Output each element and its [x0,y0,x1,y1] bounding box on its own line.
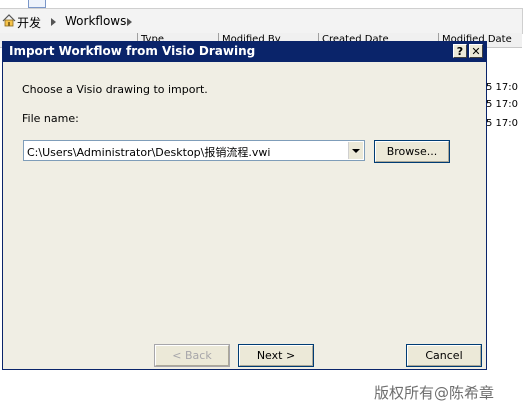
dialog-body: Choose a Visio drawing to import. File n… [3,62,486,369]
list-cell-date: 5 17:0 [486,99,518,110]
house-icon[interactable] [2,14,16,27]
background-tab[interactable] [28,0,46,8]
background-tab-strip [0,0,524,8]
file-name-label: File name: [22,112,79,125]
browse-button[interactable]: Browse... [374,140,450,163]
combo-dropdown-button[interactable] [348,142,363,159]
dialog-titlebar[interactable]: Import Workflow from Visio Drawing ? ✕ [3,42,486,62]
close-button[interactable]: ✕ [469,44,483,58]
list-cell-date: 5 17:0 [486,82,518,93]
back-button[interactable]: < Back [154,344,230,367]
copyright-watermark: 版权所有@陈希章 [374,384,495,402]
background-list-right: 5 17:0 5 17:0 5 17:0 [486,62,524,362]
breadcrumb-item-workflows[interactable]: Workflows [65,14,126,28]
file-name-combobox[interactable]: C:\Users\Administrator\Desktop\报销流程.vwi [23,140,365,161]
dialog-prompt: Choose a Visio drawing to import. [22,83,208,96]
list-cell-date: 5 17:0 [486,118,518,129]
help-button[interactable]: ? [453,44,467,58]
file-name-value[interactable]: C:\Users\Administrator\Desktop\报销流程.vwi [27,144,270,160]
cancel-button[interactable]: Cancel [406,344,482,367]
breadcrumb: 开发 Workflows [0,8,523,34]
breadcrumb-item-root[interactable]: 开发 [17,14,41,31]
chevron-down-icon [352,149,360,153]
next-button[interactable]: Next > [238,344,314,367]
import-visio-dialog: Import Workflow from Visio Drawing ? ✕ C… [2,41,487,370]
chevron-right-icon[interactable] [127,18,132,26]
chevron-right-icon[interactable] [51,18,56,26]
dialog-title: Import Workflow from Visio Drawing [9,44,256,58]
